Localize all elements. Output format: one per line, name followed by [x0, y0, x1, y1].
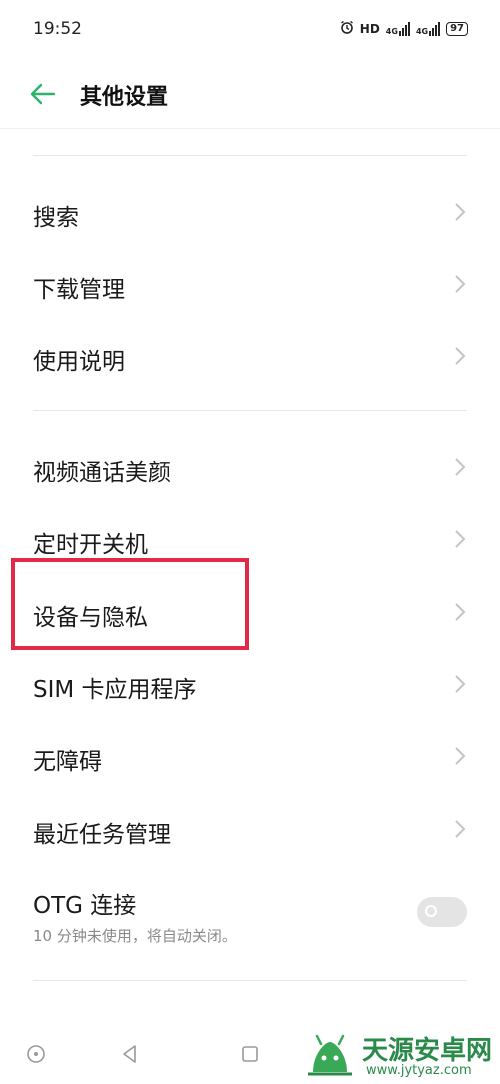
chevron-right-icon: [454, 346, 466, 366]
divider: [33, 410, 467, 411]
page-title: 其他设置: [80, 85, 169, 110]
menu-item-instructions[interactable]: 使用说明: [0, 320, 500, 392]
toggle-knob: [425, 905, 437, 917]
back-triangle-icon[interactable]: [118, 1042, 142, 1066]
signal-icon: 4G: [385, 21, 410, 36]
hd-label: HD: [359, 21, 380, 36]
divider: [33, 980, 467, 981]
chevron-right-icon: [454, 529, 466, 549]
header: 其他设置: [0, 60, 500, 129]
chevron-right-icon: [454, 274, 466, 294]
menu-item-search[interactable]: 搜索: [0, 176, 500, 248]
menu-item-label: 下载管理: [33, 277, 125, 303]
android-logo-icon: [305, 1032, 355, 1078]
menu-item-label: 定时开关机: [33, 532, 148, 558]
square-icon[interactable]: [238, 1042, 262, 1066]
divider: [33, 155, 467, 156]
chevron-right-icon: [454, 202, 466, 222]
signal-4g-label-2: 4G: [415, 26, 429, 36]
watermark: 天源安卓网 www.jytyaz.com: [300, 1026, 500, 1084]
menu-item-recent-tasks[interactable]: 最近任务管理: [0, 793, 500, 865]
chevron-right-icon: [454, 746, 466, 766]
menu-item-label: 使用说明: [33, 349, 125, 375]
menu-item-label: 无障碍: [33, 749, 102, 775]
watermark-title: 天源安卓网: [362, 1036, 493, 1066]
otg-description: 10 分钟未使用，将自动关闭。: [33, 927, 237, 945]
menu-item-label: 搜索: [33, 205, 79, 231]
otg-label: OTG 连接: [33, 893, 137, 919]
battery-icon: 97: [446, 21, 468, 36]
status-bar: 19:52 HD 4G 4G 97: [0, 0, 500, 60]
chevron-right-icon: [454, 602, 466, 622]
menu-item-label: 最近任务管理: [33, 822, 171, 848]
menu-item-sim-apps[interactable]: SIM 卡应用程序: [0, 648, 500, 720]
menu-item-downloads[interactable]: 下载管理: [0, 248, 500, 320]
status-time: 19:52: [33, 19, 82, 39]
alarm-icon: [340, 20, 354, 37]
circle-icon[interactable]: [24, 1042, 48, 1066]
highlight-box: [11, 558, 249, 650]
chevron-right-icon: [454, 457, 466, 477]
menu-item-label: SIM 卡应用程序: [33, 677, 197, 703]
menu-item-video-beauty[interactable]: 视频通话美颜: [0, 431, 500, 503]
chevron-right-icon: [454, 819, 466, 839]
signal-4g-label: 4G: [385, 26, 398, 36]
status-icons: HD 4G 4G 97: [340, 20, 468, 37]
watermark-url: www.jytyaz.com: [366, 1063, 472, 1078]
arrow-left-icon[interactable]: [30, 82, 56, 106]
signal-icon-2: 4G: [415, 21, 441, 36]
otg-toggle[interactable]: [417, 897, 467, 927]
menu-item-accessibility[interactable]: 无障碍: [0, 720, 500, 792]
chevron-right-icon: [454, 674, 466, 694]
menu-item-label: 视频通话美颜: [33, 460, 171, 486]
